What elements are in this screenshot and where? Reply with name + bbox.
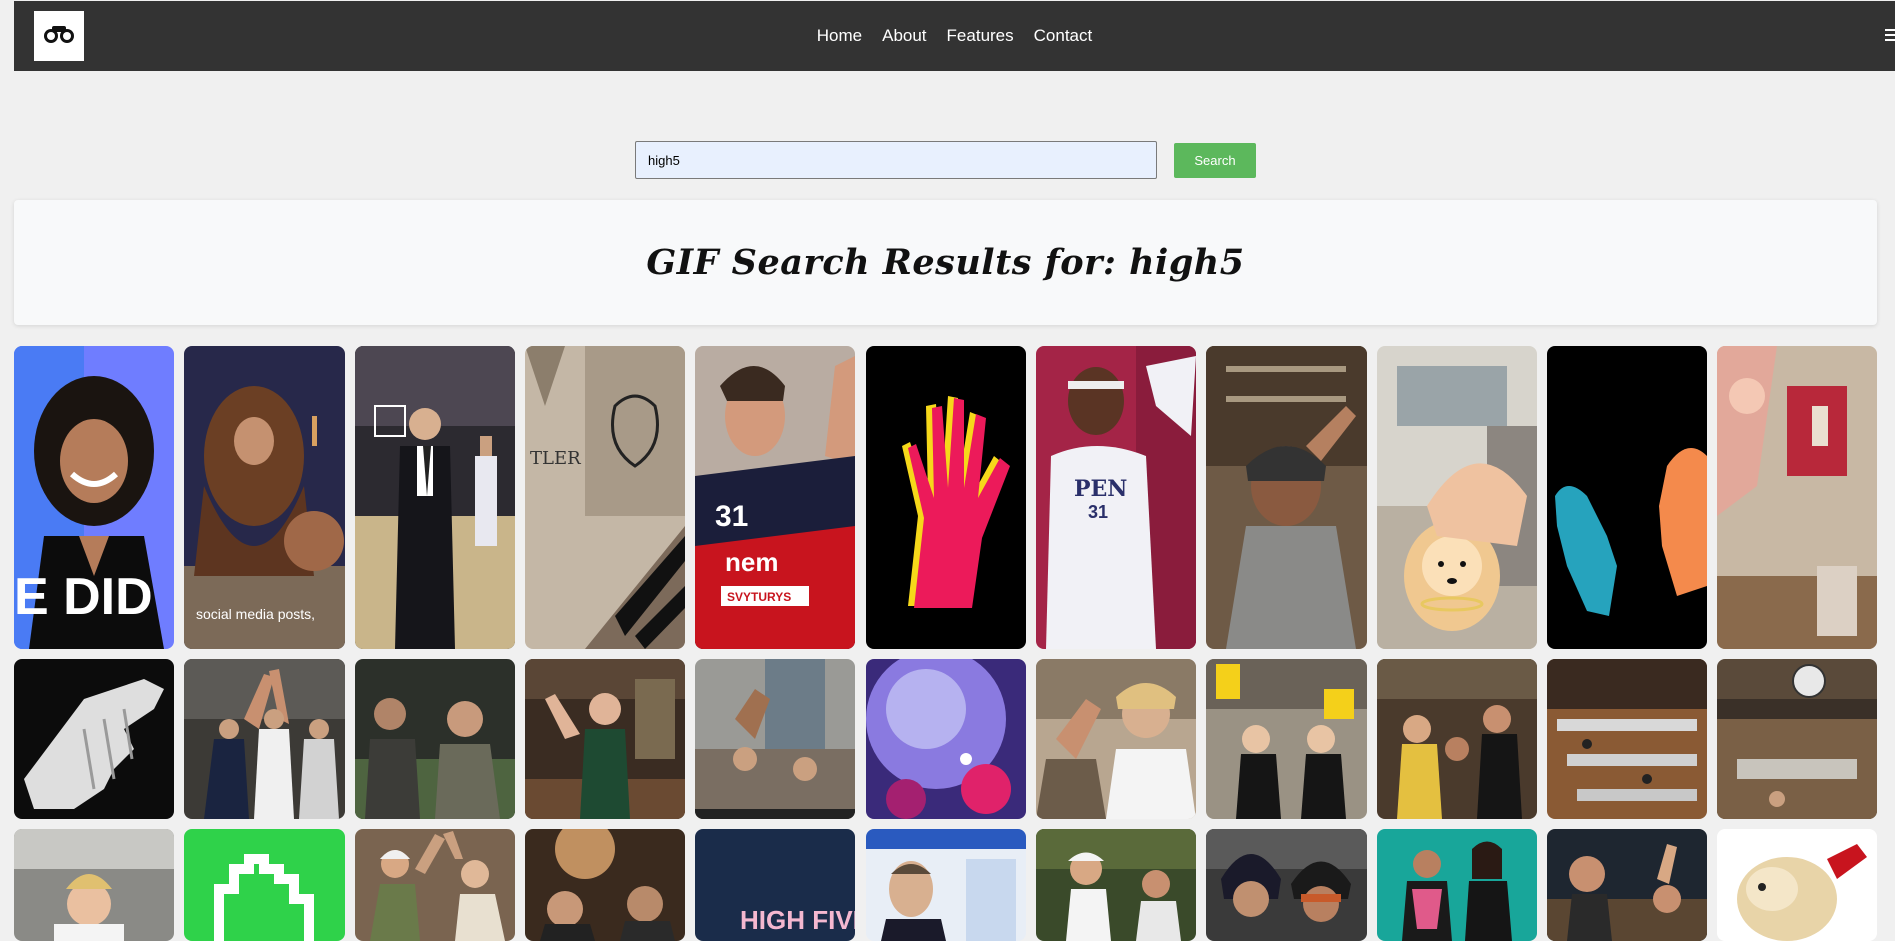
gif-jersey-brand: nem xyxy=(725,547,778,577)
page-title: GIF Search Results for: high5 xyxy=(646,242,1245,283)
gif-result-11[interactable] xyxy=(1717,346,1877,649)
results-header: GIF Search Results for: high5 xyxy=(14,200,1877,325)
gif-result-25[interactable] xyxy=(355,829,515,941)
gif-result-10[interactable] xyxy=(1547,346,1707,649)
nav-link-contact[interactable]: Contact xyxy=(1034,26,1093,46)
gif-result-17[interactable] xyxy=(866,659,1026,819)
search-input[interactable] xyxy=(635,141,1157,179)
gif-result-6[interactable] xyxy=(866,346,1026,649)
gif-result-29[interactable] xyxy=(1036,829,1196,941)
navbar: Home About Features Contact xyxy=(14,1,1895,71)
gif-result-30[interactable] xyxy=(1206,829,1367,941)
gif-jersey-sponsor: SVYTURYS xyxy=(727,590,791,604)
gif-result-24[interactable] xyxy=(184,829,345,941)
gif-result-12[interactable] xyxy=(14,659,174,819)
gif-caption: HIGH FIVES xyxy=(740,905,855,935)
gif-caption: social media posts, xyxy=(196,606,315,622)
gif-result-7[interactable]: PEN 31 xyxy=(1036,346,1196,649)
gif-result-16[interactable] xyxy=(695,659,855,819)
nav-links: Home About Features Contact xyxy=(14,1,1895,71)
gif-result-33[interactable] xyxy=(1717,829,1877,941)
svg-text:TLER: TLER xyxy=(530,448,581,469)
gif-result-18[interactable] xyxy=(1036,659,1196,819)
search-button[interactable]: Search xyxy=(1174,143,1256,178)
gif-jersey-text: PEN xyxy=(1074,476,1127,502)
gif-result-5[interactable]: 31 nem SVYTURYS xyxy=(695,346,855,649)
gif-result-20[interactable] xyxy=(1377,659,1537,819)
nav-link-features[interactable]: Features xyxy=(947,26,1014,46)
gif-result-13[interactable] xyxy=(184,659,345,819)
hamburger-menu-icon[interactable] xyxy=(1885,29,1895,43)
gif-result-21[interactable] xyxy=(1547,659,1707,819)
gif-result-2[interactable]: social media posts, xyxy=(184,346,345,649)
gif-result-3[interactable] xyxy=(355,346,515,649)
gif-result-28[interactable] xyxy=(866,829,1026,941)
gif-result-26[interactable] xyxy=(525,829,685,941)
gif-result-23[interactable] xyxy=(14,829,174,941)
gif-result-1[interactable]: E DID xyxy=(14,346,174,649)
gif-result-27[interactable]: HIGH FIVES xyxy=(695,829,855,941)
gif-result-4[interactable]: TLER xyxy=(525,346,685,649)
gif-jersey-number: 31 xyxy=(1088,502,1108,522)
gif-result-22[interactable] xyxy=(1717,659,1877,819)
gif-result-32[interactable] xyxy=(1547,829,1707,941)
gif-result-14[interactable] xyxy=(355,659,515,819)
gif-result-19[interactable] xyxy=(1206,659,1367,819)
gif-result-9[interactable] xyxy=(1377,346,1537,649)
gif-jersey-number: 31 xyxy=(715,500,748,533)
gif-caption: E DID xyxy=(14,568,153,626)
nav-link-about[interactable]: About xyxy=(882,26,926,46)
nav-link-home[interactable]: Home xyxy=(817,26,862,46)
gif-result-8[interactable] xyxy=(1206,346,1367,649)
gif-result-15[interactable] xyxy=(525,659,685,819)
gif-result-31[interactable] xyxy=(1377,829,1537,941)
